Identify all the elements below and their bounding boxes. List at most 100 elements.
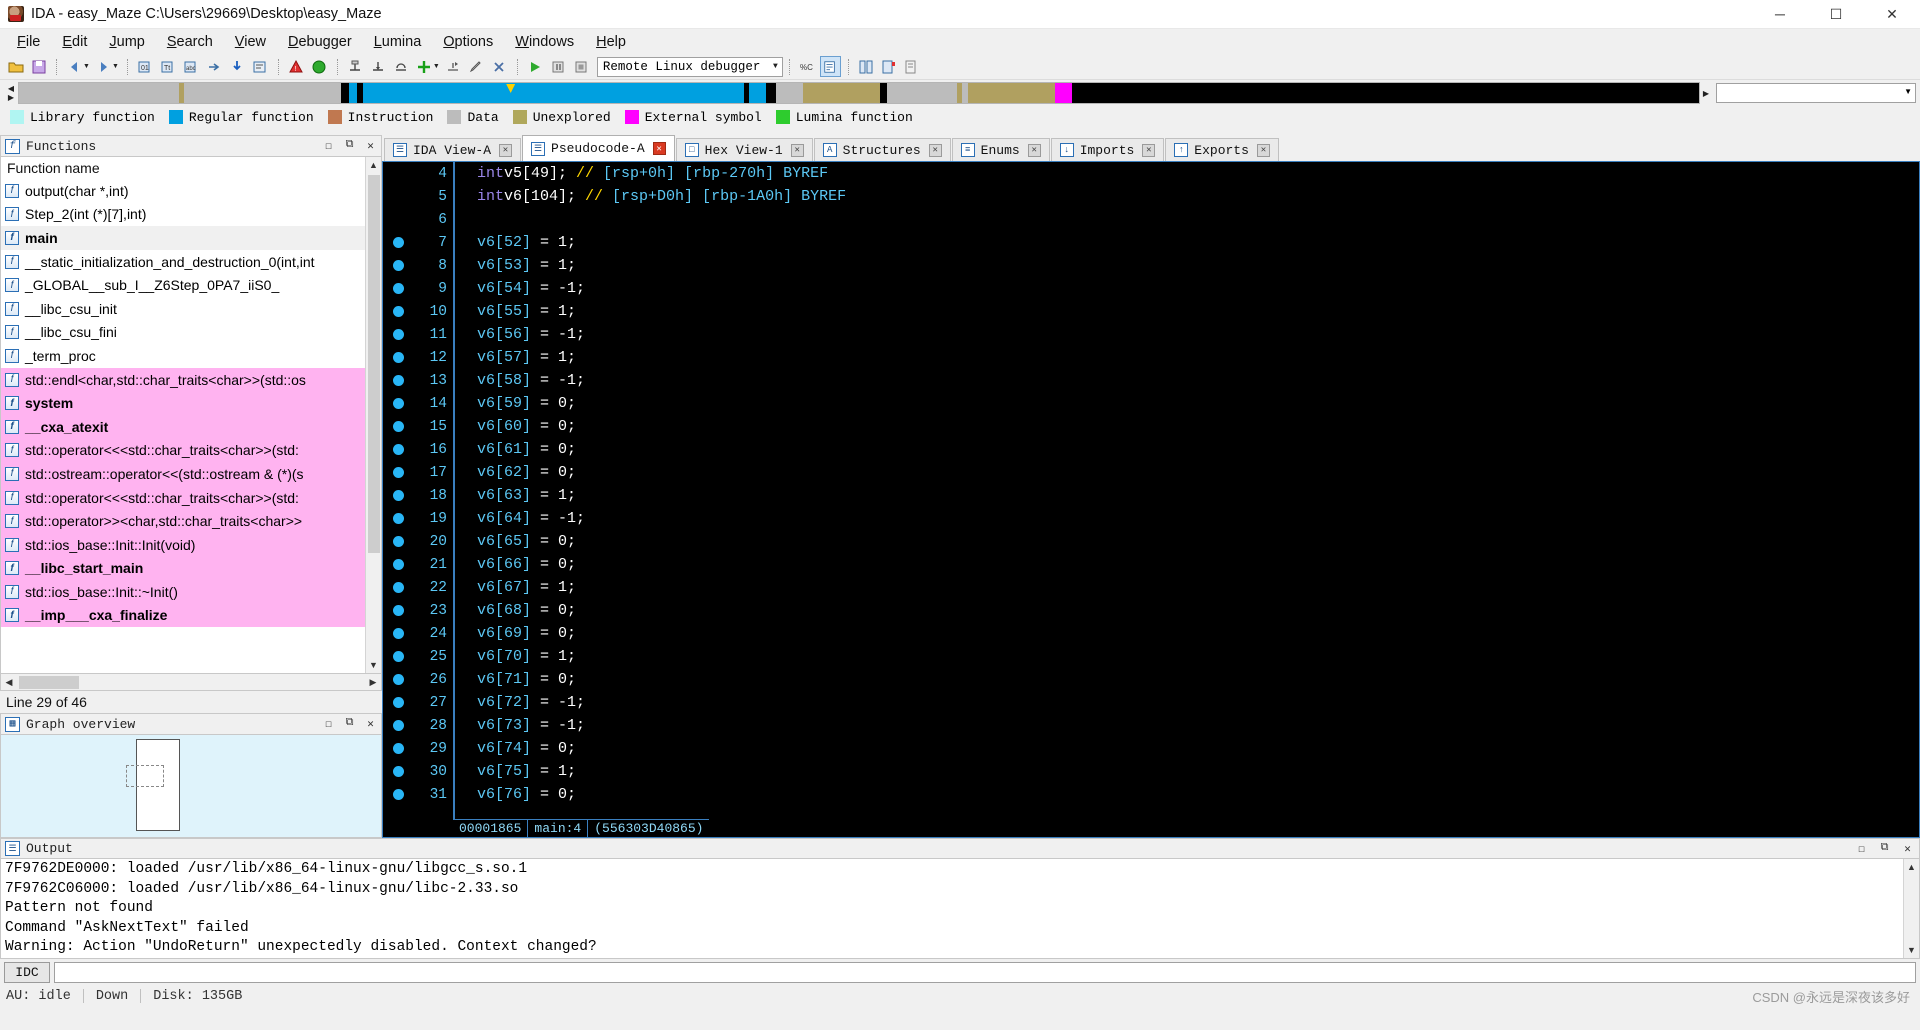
breakpoint-list-icon[interactable] (345, 56, 366, 77)
function-list-item[interactable]: f output(char *,int) (1, 179, 365, 203)
nav-overview-scroll[interactable]: ▼ (1716, 83, 1916, 103)
output-panel-body[interactable]: 7F9762DE0000: loaded /usr/lib/x86_64-lin… (0, 859, 1920, 959)
code-line[interactable]: v6[59] = 0; (477, 392, 1919, 415)
function-list-item[interactable]: f __libc_csu_fini (1, 321, 365, 345)
menu-item-options[interactable]: Options (432, 32, 504, 52)
pause-icon[interactable] (548, 56, 569, 77)
navigation-band[interactable] (18, 82, 1700, 104)
code-line[interactable]: v6[62] = 0; (477, 461, 1919, 484)
gutter-row[interactable]: 15 (383, 415, 453, 438)
functions-list[interactable]: Function name f output(char *,int) f Step_2… (1, 157, 365, 673)
breakpoint-icon[interactable] (393, 766, 404, 777)
tab-close-icon[interactable]: ✕ (499, 143, 513, 157)
tab-close-icon[interactable]: ✕ (790, 143, 804, 157)
gutter-row[interactable]: 31 (383, 783, 453, 806)
menu-item-file[interactable]: File (6, 32, 51, 52)
code-line[interactable]: v6[72] = -1; (477, 691, 1919, 714)
gutter-row[interactable]: 17 (383, 461, 453, 484)
breakpoint-icon[interactable] (393, 283, 404, 294)
save-icon[interactable] (28, 56, 49, 77)
breakpoint-icon[interactable] (393, 444, 404, 455)
gutter-row[interactable]: 8 (383, 254, 453, 277)
breakpoint-icon[interactable] (393, 352, 404, 363)
gutter-row[interactable]: 12 (383, 346, 453, 369)
functions-horizontal-scrollbar[interactable]: ◀ ▶ (0, 674, 382, 691)
code-line[interactable]: v6[76] = 0; (477, 783, 1919, 806)
tab-close-icon[interactable]: ✕ (1027, 143, 1041, 157)
function-list-item[interactable]: f __static_initialization_and_destruction… (1, 250, 365, 274)
function-list-item[interactable]: f std::endl<char,std::char_traits<char>>(… (1, 367, 365, 392)
breakpoint-icon[interactable] (393, 490, 404, 501)
breakpoint-icon[interactable] (393, 628, 404, 639)
function-list-item[interactable]: f __libc_csu_init (1, 297, 365, 321)
graph-undock-button[interactable]: ⧉ (339, 717, 360, 731)
function-list-item[interactable]: f std::operator>><char,std::char_traits<c… (1, 509, 365, 533)
pseudocode-gutter[interactable]: 4 5 6 7 8 9 10 11 12 13 14 15 16 17 18 19 20 21 22 23 24 25 26… (383, 162, 453, 837)
scroll-right-icon[interactable]: ▶ (365, 677, 381, 688)
code-line[interactable]: v6[66] = 0; (477, 553, 1919, 576)
tab-close-icon[interactable]: ✕ (652, 142, 666, 155)
function-list-item[interactable]: f std::operator<<<std::char_traits<char>>… (1, 438, 365, 463)
function-list-item[interactable]: f _GLOBAL__sub_I__Z6Step_0PA7_iiS0_ (1, 273, 365, 297)
code-line[interactable]: v6[55] = 1; (477, 300, 1919, 323)
functions-vertical-scrollbar[interactable]: ▲ ▼ (365, 157, 381, 673)
menu-item-search[interactable]: Search (156, 32, 224, 52)
download-icon[interactable] (227, 56, 248, 77)
code-line[interactable]: int v6[104]; // [rsp+D0h] [rbp-1A0h] BYR… (477, 185, 1919, 208)
maximize-button[interactable]: ☐ (1808, 0, 1864, 29)
function-list-item[interactable]: f system (1, 391, 365, 415)
gutter-row[interactable]: 22 (383, 576, 453, 599)
scroll-track[interactable] (367, 173, 380, 657)
code-line[interactable]: v6[74] = 0; (477, 737, 1919, 760)
add-breakpoint-icon[interactable] (414, 56, 435, 77)
scroll-left-icon[interactable]: ◀ (1, 677, 17, 688)
tab-hex-view-1[interactable]: □ Hex View-1 ✕ (675, 138, 813, 161)
delete-breakpoints-icon[interactable] (489, 56, 510, 77)
gutter-row[interactable]: 18 (383, 484, 453, 507)
gutter-row[interactable]: 27 (383, 691, 453, 714)
breakpoint-icon[interactable] (393, 605, 404, 616)
code-line[interactable]: v6[64] = -1; (477, 507, 1919, 530)
function-list-item[interactable]: f std::ios_base::Init::~Init() (1, 580, 365, 604)
scroll-down-icon[interactable]: ▼ (1907, 942, 1916, 958)
breakpoint-icon[interactable] (393, 789, 404, 800)
gutter-row[interactable]: 6 (383, 208, 453, 231)
jump-address-icon[interactable] (204, 56, 225, 77)
code-line[interactable]: v6[52] = 1; (477, 231, 1919, 254)
function-list-item[interactable]: f std::operator<<<std::char_traits<char>>… (1, 485, 365, 510)
breakpoint-icon[interactable] (393, 237, 404, 248)
gutter-row[interactable]: 4 (383, 162, 453, 185)
forward-icon[interactable] (93, 56, 114, 77)
breakpoint-icon[interactable] (393, 536, 404, 547)
menu-item-lumina[interactable]: Lumina (363, 32, 433, 52)
decompile-icon[interactable] (309, 56, 330, 77)
edit-breakpoint-icon[interactable] (466, 56, 487, 77)
gutter-row[interactable]: 26 (383, 668, 453, 691)
step-into-icon[interactable] (368, 56, 389, 77)
code-line[interactable]: v6[75] = 1; (477, 760, 1919, 783)
nav-scroll-arrows[interactable]: ◀ ▶ (4, 82, 18, 104)
tab-structures[interactable]: A Structures ✕ (813, 138, 951, 161)
code-line[interactable]: v6[63] = 1; (477, 484, 1919, 507)
thread-list-icon[interactable] (879, 56, 900, 77)
scroll-up-icon[interactable]: ▲ (1907, 859, 1916, 875)
breakpoint-icon[interactable] (393, 467, 404, 478)
close-button[interactable]: ✕ (1864, 0, 1920, 29)
gutter-row[interactable]: 5 (383, 185, 453, 208)
gutter-row[interactable]: 19 (383, 507, 453, 530)
graph-close-button[interactable]: ✕ (360, 717, 381, 731)
breakpoint-icon[interactable] (393, 398, 404, 409)
function-list-item[interactable]: f _term_proc (1, 344, 365, 368)
pseudocode-view[interactable]: 4 5 6 7 8 9 10 11 12 13 14 15 16 17 18 19 20 21 22 23 24 25 26… (382, 161, 1920, 838)
graph-overview-body[interactable] (0, 735, 382, 838)
gutter-row[interactable]: 11 (383, 323, 453, 346)
scroll-down-icon[interactable]: ▼ (369, 657, 378, 673)
breakpoint-icon[interactable] (393, 697, 404, 708)
breakpoint-icon[interactable] (393, 306, 404, 317)
stack-trace-icon[interactable] (902, 56, 923, 77)
functions-undock-button[interactable]: ⧉ (339, 139, 360, 153)
back-icon[interactable] (64, 56, 85, 77)
run-to-cursor-icon[interactable] (443, 56, 464, 77)
breakpoint-icon[interactable] (393, 651, 404, 662)
code-line[interactable]: int v5[49]; // [rsp+0h] [rbp-270h] BYREF (477, 162, 1919, 185)
